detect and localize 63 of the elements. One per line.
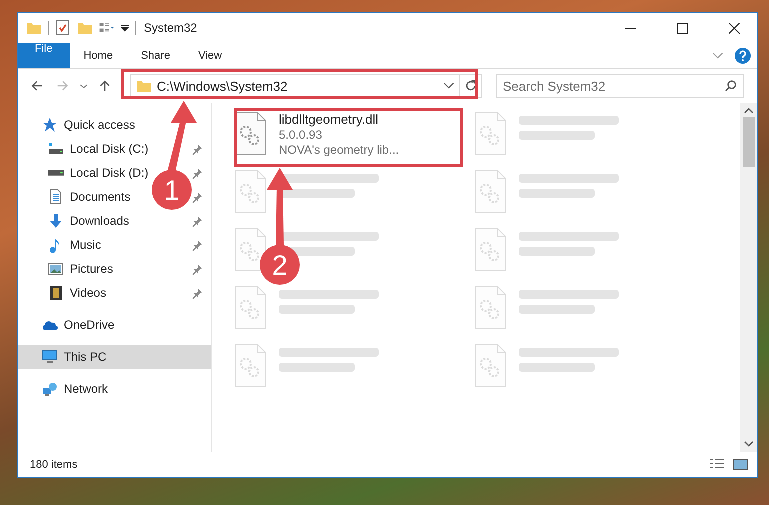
item-count: 180 items xyxy=(30,458,78,470)
folder-icon xyxy=(136,78,152,94)
folder-icon xyxy=(26,20,42,36)
search-field[interactable]: Search System32 xyxy=(496,74,744,98)
large-icons-view-icon[interactable] xyxy=(733,458,749,472)
back-arrow-icon xyxy=(31,80,43,92)
callout-arrow xyxy=(168,101,197,170)
scroll-up-icon[interactable] xyxy=(744,107,754,115)
address-path: C:\Windows\System32 xyxy=(157,78,289,94)
gear-file-icon xyxy=(235,344,267,388)
gear-file-icon xyxy=(235,170,267,214)
help-icon[interactable] xyxy=(735,48,751,64)
file-name[interactable]: libdlltgeometry.dll xyxy=(279,112,400,127)
step-badge: 1 xyxy=(152,170,192,210)
nav-item[interactable]: Quick access xyxy=(18,113,211,137)
nav-item[interactable]: Videos xyxy=(18,281,211,305)
ribbon-tab[interactable]: View xyxy=(184,43,236,68)
chevron-down-icon xyxy=(80,84,88,88)
gear-file-icon xyxy=(235,286,267,330)
gear-file-icon xyxy=(475,112,507,156)
drive-icon xyxy=(48,170,64,176)
scroll-thumb[interactable] xyxy=(742,117,754,167)
properties-icon[interactable] xyxy=(55,20,71,36)
picture-icon xyxy=(48,261,64,277)
ribbon-tab[interactable]: Home xyxy=(70,43,128,68)
scroll-down-icon[interactable] xyxy=(744,440,754,448)
ribbon-tab[interactable]: Share xyxy=(127,43,184,68)
gear-file-icon xyxy=(235,112,267,156)
gear-file-icon xyxy=(475,228,507,272)
gear-file-icon xyxy=(475,286,507,330)
down-arrow-icon xyxy=(48,213,64,229)
up-arrow-icon xyxy=(99,80,111,92)
file-detail: NOVA's geometry lib... xyxy=(279,143,400,157)
nav-item[interactable]: Downloads xyxy=(18,209,211,233)
close-icon xyxy=(728,22,740,34)
drive-icon xyxy=(48,141,64,157)
star-icon xyxy=(42,117,58,133)
file-menu-button[interactable]: File xyxy=(18,43,70,68)
step-badge: 2 xyxy=(260,245,300,285)
nav-item[interactable]: Music xyxy=(18,233,211,257)
document-icon xyxy=(48,189,64,205)
nav-item[interactable]: Pictures xyxy=(18,257,211,281)
maximize-icon xyxy=(676,22,688,34)
nav-item[interactable]: This PC xyxy=(18,345,211,369)
caret-icon[interactable] xyxy=(121,24,129,32)
details-view-icon[interactable] xyxy=(709,458,725,472)
refresh-icon xyxy=(464,80,476,92)
gear-file-icon xyxy=(235,228,267,272)
nav-item[interactable]: OneDrive xyxy=(18,313,211,337)
file-detail: 5.0.0.93 xyxy=(279,128,324,142)
window-title: System32 xyxy=(144,21,198,35)
nav-item[interactable]: Network xyxy=(18,377,211,401)
forward-arrow-icon xyxy=(57,80,69,92)
search-icon xyxy=(725,80,737,92)
nav-item[interactable]: Local Disk (C:) xyxy=(18,137,211,161)
film-icon xyxy=(48,285,64,301)
gear-file-icon xyxy=(475,170,507,214)
address-bar[interactable]: C:\Windows\System32 xyxy=(130,74,482,98)
chevron-down-icon[interactable] xyxy=(444,83,454,89)
gear-file-icon xyxy=(475,344,507,388)
scrollbar[interactable] xyxy=(740,103,757,452)
monitor-icon xyxy=(42,349,58,365)
network-icon xyxy=(42,381,58,397)
